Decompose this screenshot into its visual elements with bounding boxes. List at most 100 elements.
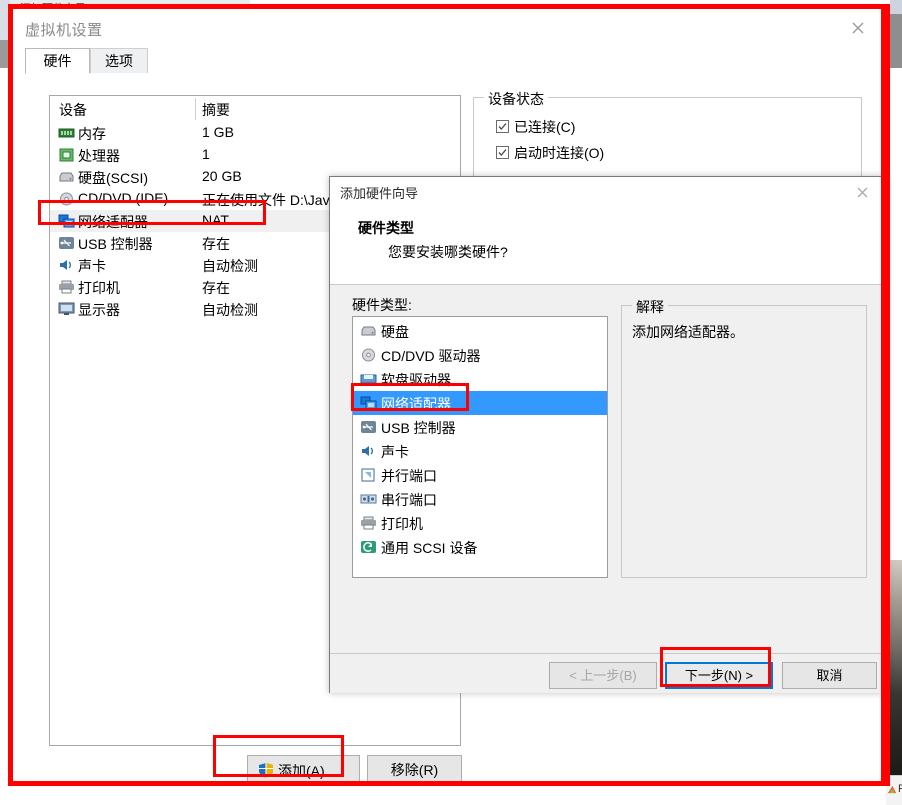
device-status-legend: 设备状态 <box>484 89 548 109</box>
explanation-text: 添加网络适配器。 <box>632 324 744 340</box>
vm-settings-titlebar[interactable]: 虚拟机设置 <box>11 7 887 48</box>
wizard-title: 添加硬件向导 <box>340 186 419 201</box>
display-icon <box>58 302 75 315</box>
device-name: 内存 <box>78 126 106 142</box>
memory-icon <box>58 128 75 138</box>
cancel-button[interactable]: 取消 <box>782 662 877 689</box>
device-name: 处理器 <box>78 148 120 164</box>
desktop-background-right <box>890 0 902 14</box>
device-name: 显示器 <box>78 302 120 318</box>
list-item[interactable]: 串行端口 <box>353 487 607 511</box>
list-item-label: 通用 SCSI 设备 <box>381 540 478 556</box>
desktop-background-right-white <box>890 68 902 568</box>
taskbar[interactable]: Fa <box>886 775 902 805</box>
device-summary: 自动检测 <box>202 302 258 318</box>
serial-port-icon <box>360 494 377 504</box>
wizard-subheading: 您要安装哪类硬件? <box>388 244 508 260</box>
table-row[interactable]: 处理器 1 <box>50 144 460 166</box>
next-button-label: 下一步(N) > <box>684 668 754 683</box>
network-icon <box>360 396 377 410</box>
wizard-body: 硬件类型: 硬盘 CD/DVD 驱动器 软盘驱动器 网络适配器 USB 控制器 … <box>330 285 886 653</box>
desktop-background-left <box>0 0 10 40</box>
column-divider <box>195 98 196 120</box>
list-item-label: 网络适配器 <box>381 396 451 412</box>
back-button-label: < 上一步(B) <box>569 668 637 683</box>
floppy-icon <box>360 374 377 384</box>
wizard-footer: < 上一步(B) 下一步(N) > 取消 <box>330 653 886 693</box>
remove-button-label: 移除(R) <box>390 762 439 778</box>
checkbox-connected-label: 已连接(C) <box>514 119 576 135</box>
table-row[interactable]: 内存 1 GB <box>50 122 460 144</box>
checkbox-box[interactable] <box>496 146 509 159</box>
list-item-label: 串行端口 <box>381 492 437 508</box>
tab-strip: 硬件 选项 <box>25 48 875 74</box>
list-item[interactable]: CD/DVD 驱动器 <box>353 343 607 367</box>
explanation-group: 解释 添加网络适配器。 <box>621 297 867 578</box>
list-item-label: USB 控制器 <box>381 420 456 436</box>
device-name: 声卡 <box>78 258 106 274</box>
remove-button[interactable]: 移除(R) <box>367 755 462 785</box>
list-item[interactable]: USB 控制器 <box>353 415 607 439</box>
tab-hardware-label: 硬件 <box>43 53 72 69</box>
device-summary: 20 GB <box>202 168 242 184</box>
uac-shield-icon <box>259 763 273 778</box>
device-name: CD/DVD (IDE) <box>78 190 169 206</box>
list-item[interactable]: 并行端口 <box>353 463 607 487</box>
list-item[interactable]: 声卡 <box>353 439 607 463</box>
usb-icon <box>59 237 74 249</box>
device-name: 打印机 <box>78 280 120 296</box>
checkbox-box[interactable] <box>496 120 509 133</box>
device-summary: NAT <box>202 212 229 228</box>
desktop-wallpaper-sliver <box>886 560 902 775</box>
add-button[interactable]: 添加(A)... <box>247 755 360 785</box>
tab-options-label: 选项 <box>105 53 133 69</box>
list-item-label: 并行端口 <box>381 468 437 484</box>
page-title: 虚拟机设置 <box>25 22 103 39</box>
device-name: 硬盘(SCSI) <box>78 170 148 186</box>
list-item-label: CD/DVD 驱动器 <box>381 348 481 364</box>
firefox-icon[interactable] <box>887 784 898 795</box>
back-button[interactable]: < 上一步(B) <box>549 662 657 689</box>
checkbox-connect-at-poweron-label: 启动时连接(O) <box>514 145 605 161</box>
hardware-type-list[interactable]: 硬盘 CD/DVD 驱动器 软盘驱动器 网络适配器 USB 控制器 声卡 并行端… <box>352 316 608 578</box>
list-item-label: 硬盘 <box>381 324 409 340</box>
device-summary: 1 <box>202 146 210 162</box>
list-item[interactable]: 软盘驱动器 <box>353 367 607 391</box>
next-button[interactable]: 下一步(N) > <box>665 662 773 689</box>
cddvd-icon <box>60 192 73 206</box>
list-item[interactable]: 硬盘 <box>353 319 607 343</box>
cpu-icon <box>59 148 74 162</box>
device-summary: 1 GB <box>202 124 234 140</box>
list-item[interactable]: 打印机 <box>353 511 607 535</box>
list-item-label: 打印机 <box>381 516 423 532</box>
device-summary: 存在 <box>202 236 230 252</box>
desktop-background-left-grey <box>0 40 10 68</box>
column-header-summary: 摘要 <box>202 102 230 118</box>
close-icon[interactable] <box>852 183 874 202</box>
scsi-icon <box>361 541 376 553</box>
list-item[interactable]: 通用 SCSI 设备 <box>353 535 607 559</box>
wizard-titlebar[interactable]: 添加硬件向导 <box>330 177 886 207</box>
sound-icon <box>60 260 71 270</box>
list-item-label: 软盘驱动器 <box>381 372 451 388</box>
device-status-group: 设备状态 已连接(C) 启动时连接(O) <box>473 89 862 182</box>
hardware-type-label: 硬件类型: <box>352 297 412 313</box>
tab-options[interactable]: 选项 <box>90 48 148 74</box>
device-summary: 存在 <box>202 280 230 296</box>
list-item-network-adapter[interactable]: 网络适配器 <box>353 391 607 415</box>
printer-icon <box>361 516 376 530</box>
tab-hardware[interactable]: 硬件 <box>25 48 90 74</box>
parallel-port-icon <box>361 468 375 482</box>
taskbar-item-label: Fa <box>898 783 902 795</box>
close-icon[interactable] <box>845 17 871 39</box>
explanation-legend: 解释 <box>632 297 668 317</box>
list-item-label: 声卡 <box>381 444 409 460</box>
device-name: 网络适配器 <box>78 214 148 230</box>
network-icon <box>58 214 75 228</box>
column-header-device: 设备 <box>59 102 87 118</box>
device-summary: 正在使用文件 D:\Jav <box>202 192 330 208</box>
wizard-header: 硬件类型 您要安装哪类硬件? <box>330 207 886 285</box>
harddisk-icon <box>59 172 74 182</box>
device-summary: 自动检测 <box>202 258 258 274</box>
usb-icon <box>361 421 376 433</box>
